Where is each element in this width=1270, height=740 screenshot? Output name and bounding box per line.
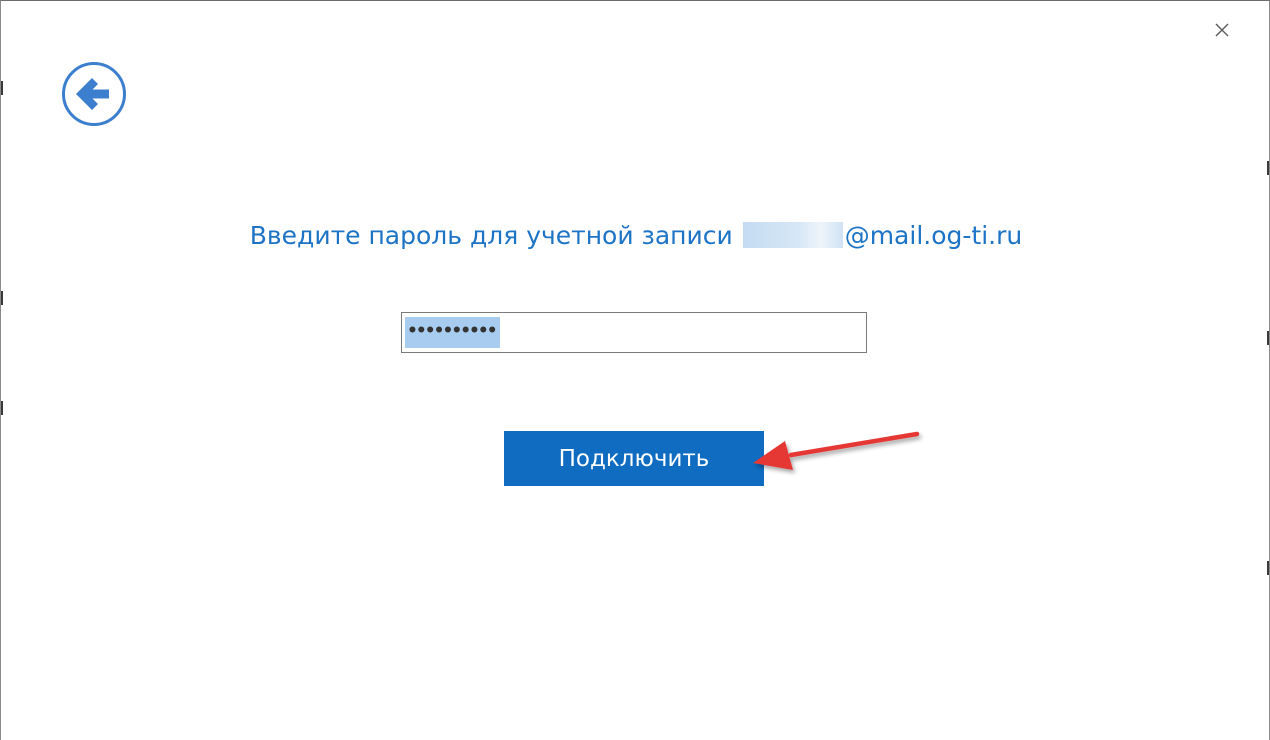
close-icon	[1215, 23, 1229, 37]
window-edge-tick	[1267, 331, 1269, 345]
close-button[interactable]	[1209, 17, 1235, 43]
back-arrow-icon	[62, 62, 126, 126]
window-edge-tick	[1267, 161, 1269, 175]
password-input[interactable]: ••••••••••	[401, 312, 867, 353]
annotation-arrow-icon	[753, 431, 920, 470]
connect-button[interactable]: Подключить	[504, 431, 764, 486]
window-edge-tick	[1, 401, 3, 415]
window-edge-tick	[1, 291, 3, 305]
back-button[interactable]	[61, 61, 127, 127]
password-value: ••••••••••	[405, 317, 500, 348]
account-setup-dialog: Введите пароль для учетной записи @mail.…	[0, 0, 1270, 740]
window-edge-tick	[1, 81, 3, 95]
window-edge-tick	[1267, 561, 1269, 575]
prompt-domain: @mail.og-ti.ru	[844, 221, 1023, 250]
redacted-username	[742, 222, 843, 248]
prompt-text: Введите пароль для учетной записи	[249, 221, 733, 250]
password-prompt: Введите пароль для учетной записи @mail.…	[1, 221, 1270, 250]
connect-button-label: Подключить	[558, 445, 710, 472]
